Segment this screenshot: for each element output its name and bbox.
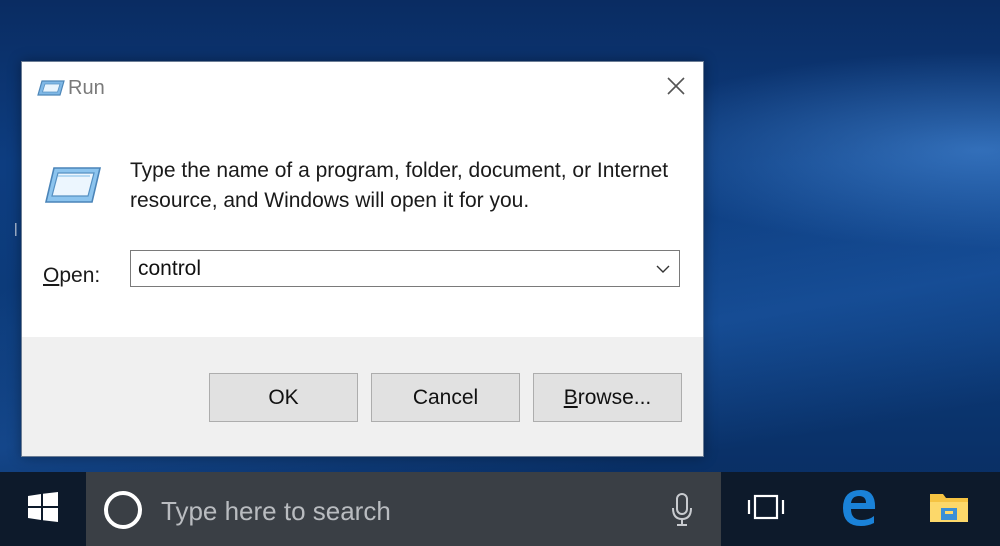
chevron-down-icon[interactable]	[653, 259, 673, 279]
close-icon	[666, 76, 686, 101]
open-label-accesskey: O	[43, 264, 60, 287]
browse-accesskey: B	[563, 385, 578, 409]
browse-label-text: rowse...	[577, 385, 652, 409]
dialog-footer: OK Cancel Browse...	[22, 337, 703, 456]
file-explorer-icon	[929, 490, 969, 529]
open-input[interactable]	[131, 251, 641, 286]
task-view-icon	[746, 493, 786, 526]
taskbar: Type here to search	[0, 472, 1000, 546]
close-button[interactable]	[648, 62, 703, 114]
cancel-button[interactable]: Cancel	[371, 373, 520, 422]
ok-button[interactable]: OK	[209, 373, 358, 422]
microphone-icon[interactable]	[670, 492, 694, 528]
dialog-body: Type the name of a program, folder, docu…	[22, 114, 703, 337]
dialog-title: Run	[68, 77, 105, 99]
search-placeholder: Type here to search	[161, 496, 391, 526]
run-dialog: Run Type the name of a program, folder, …	[21, 61, 704, 457]
edge-button[interactable]	[820, 472, 898, 546]
start-button[interactable]	[0, 472, 86, 546]
open-label-text: pen:	[59, 264, 101, 287]
run-icon	[42, 164, 102, 206]
title-bar[interactable]: Run	[22, 62, 703, 114]
dialog-description: Type the name of a program, folder, docu…	[130, 159, 669, 212]
run-icon	[36, 79, 66, 97]
browse-button[interactable]: Browse...	[533, 373, 682, 422]
windows-logo-icon	[28, 491, 58, 527]
cortana-icon	[104, 491, 142, 529]
task-view-button[interactable]	[727, 472, 805, 546]
taskbar-search-box[interactable]: Type here to search	[86, 472, 721, 546]
open-combobox[interactable]	[130, 250, 680, 287]
file-explorer-button[interactable]	[910, 472, 988, 546]
open-label: Open:	[43, 264, 100, 288]
edge-browser-icon	[839, 487, 879, 532]
